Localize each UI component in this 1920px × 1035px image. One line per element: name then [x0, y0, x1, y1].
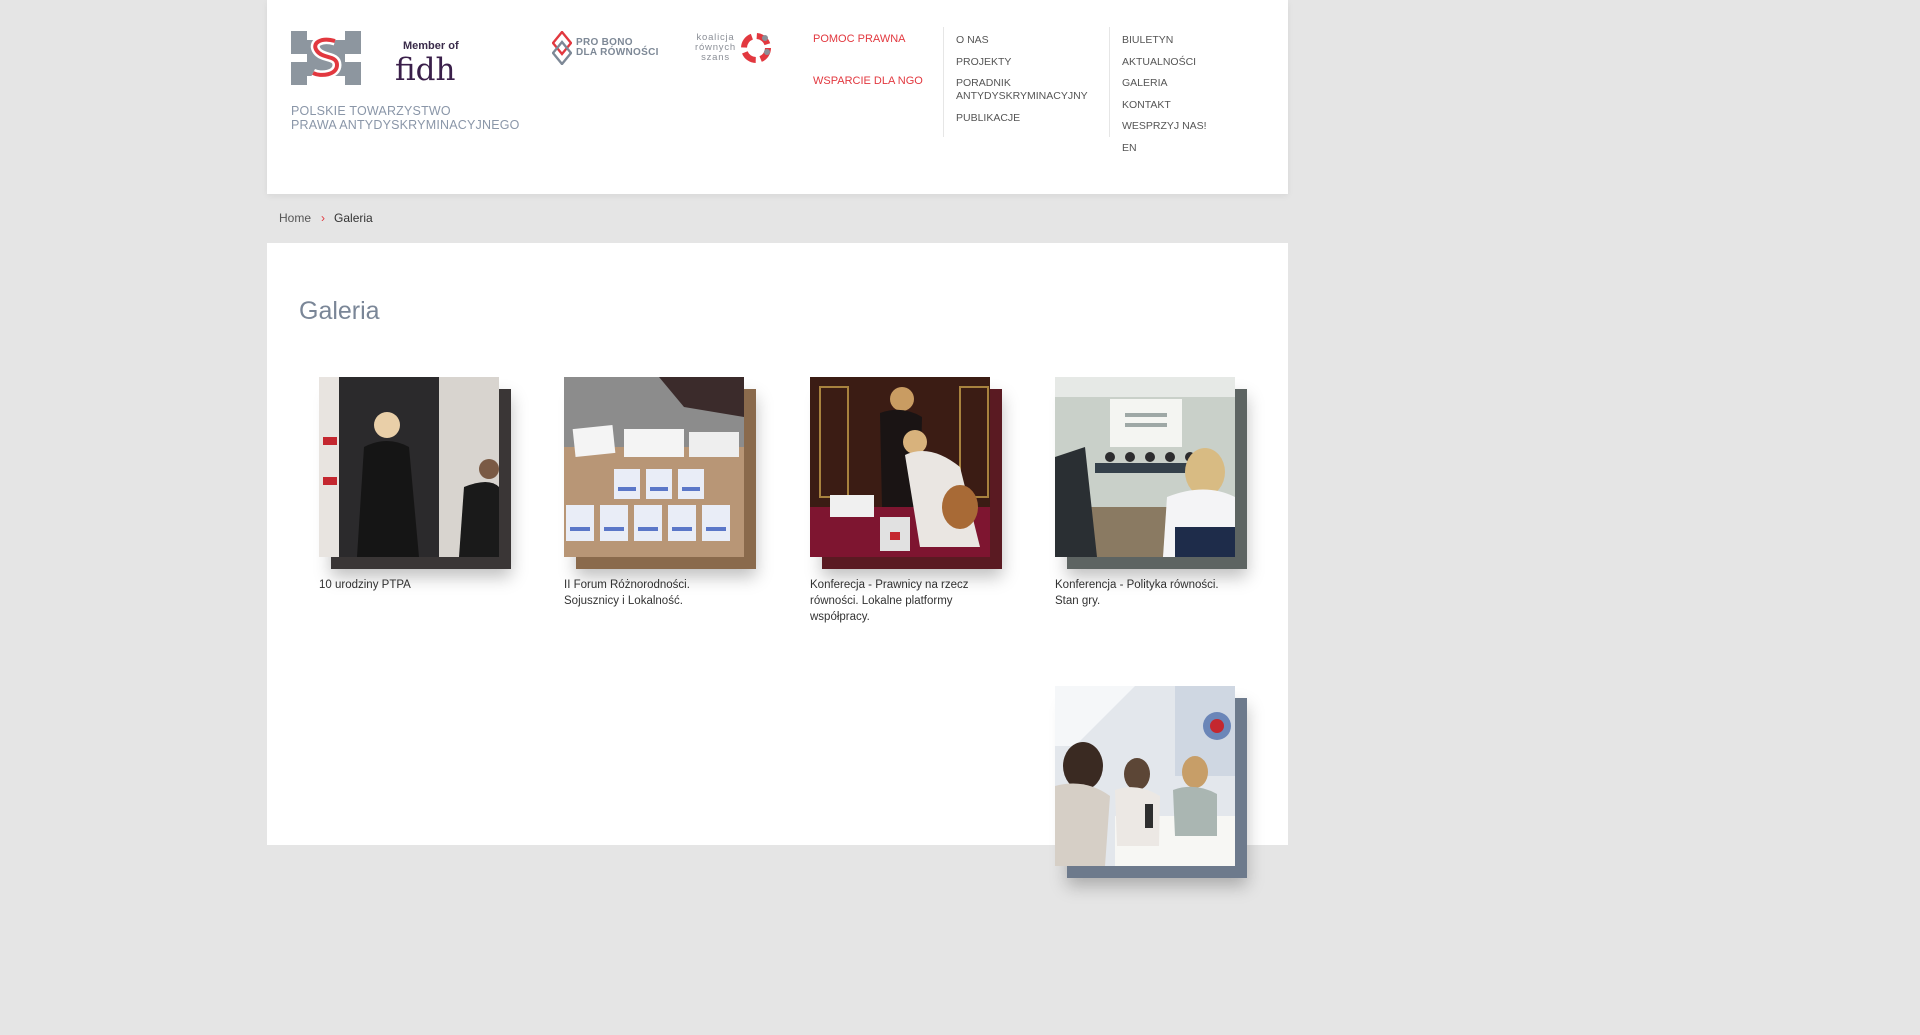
- nav-wesprzyj[interactable]: WESPRZYJ NAS!: [1122, 120, 1207, 133]
- main-content: Galeria 10 urodziny PTPA II Forum Różnor…: [267, 243, 1288, 878]
- gallery-card-title[interactable]: Konferecja - Prawnicy na rzecz równości.…: [810, 577, 990, 625]
- koalicja-logo[interactable]: koalicja równych szans: [695, 30, 774, 66]
- gallery-card[interactable]: Konferecja - Prawnicy na rzecz równości.…: [810, 377, 1002, 625]
- gallery-card[interactable]: 10 urodziny PTPA: [319, 377, 511, 593]
- diamond-logo-icon: [552, 31, 572, 65]
- koalicja-text: koalicja równych szans: [695, 33, 736, 63]
- gallery-thumbnail[interactable]: [319, 377, 511, 569]
- site-header: Member of fidh POLSKIE TOWARZYSTWO PRAWA…: [267, 0, 1288, 194]
- breadcrumb-current: Galeria: [334, 211, 373, 225]
- breadcrumb: Home › Galeria: [279, 211, 373, 225]
- chevron-right-icon: ›: [321, 211, 326, 225]
- probono-logo[interactable]: PRO BONO DLA RÓWNOŚCI: [552, 31, 659, 65]
- nav-column-1: O NAS PROJEKTY PORADNIK ANTYDYSKRYMINACY…: [956, 34, 1088, 133]
- highlight-nav: POMOC PRAWNA WSPARCIE DLA NGO: [813, 33, 923, 87]
- gallery-thumbnail[interactable]: [1055, 686, 1247, 878]
- org-name-line: POLSKIE TOWARZYSTWO: [291, 104, 451, 118]
- gallery-card-title[interactable]: Konferencja - Polityka równości. Stan gr…: [1055, 577, 1235, 609]
- nav-divider: [1109, 27, 1110, 137]
- photo-cards-table-icon: [564, 377, 744, 557]
- breadcrumb-home[interactable]: Home: [279, 211, 311, 225]
- nav-aktualnosci[interactable]: AKTUALNOŚCI: [1122, 56, 1207, 69]
- nav-wsparcie-dla-ngo[interactable]: WSPARCIE DLA NGO: [813, 75, 923, 87]
- member-of-label: Member of: [403, 40, 459, 52]
- gallery-card[interactable]: [1055, 686, 1247, 886]
- gallery-thumbnail[interactable]: [1055, 377, 1247, 569]
- nav-o-nas[interactable]: O NAS: [956, 34, 1086, 47]
- gallery-card-title[interactable]: 10 urodziny PTPA: [319, 577, 499, 593]
- nav-projekty[interactable]: PROJEKTY: [956, 56, 1086, 69]
- nav-poradnik[interactable]: PORADNIK ANTYDYSKRYMINACYJNY: [956, 77, 1088, 103]
- page-title: Galeria: [299, 297, 380, 325]
- photo-conference-registration-icon: [810, 377, 990, 557]
- probono-text: PRO BONO DLA RÓWNOŚCI: [576, 38, 659, 58]
- organization-name: POLSKIE TOWARZYSTWO PRAWA ANTYDYSKRYMINA…: [291, 104, 520, 132]
- circle-dots-icon: [740, 33, 771, 63]
- nav-column-2: BIULETYN AKTUALNOŚCI GALERIA KONTAKT WES…: [1122, 34, 1207, 163]
- photo-workshop-icon: [1055, 686, 1235, 866]
- nav-galeria[interactable]: GALERIA: [1122, 77, 1207, 90]
- nav-kontakt[interactable]: KONTAKT: [1122, 99, 1207, 112]
- photo-woman-speaking-icon: [319, 377, 499, 557]
- nav-pomoc-prawna[interactable]: POMOC PRAWNA: [813, 33, 923, 45]
- koalicja-line: szans: [701, 52, 730, 63]
- org-name-line: PRAWA ANTYDYSKRYMINACYJNEGO: [291, 118, 520, 132]
- gallery-thumbnail[interactable]: [564, 377, 756, 569]
- gallery-card-title[interactable]: II Forum Różnorodności. Sojusznicy i Lok…: [564, 577, 744, 609]
- nav-language-en[interactable]: EN: [1122, 142, 1207, 155]
- fidh-logo-text[interactable]: fidh: [395, 52, 456, 88]
- probono-line: DLA RÓWNOŚCI: [576, 47, 659, 58]
- gallery-thumbnail[interactable]: [810, 377, 1002, 569]
- gallery-card[interactable]: Konferencja - Polityka równości. Stan gr…: [1055, 377, 1247, 609]
- ptpa-logo-icon[interactable]: [291, 31, 361, 85]
- gallery-card[interactable]: II Forum Różnorodności. Sojusznicy i Lok…: [564, 377, 756, 609]
- nav-publikacje[interactable]: PUBLIKACJE: [956, 112, 1086, 125]
- photo-conference-room-icon: [1055, 377, 1235, 557]
- nav-biuletyn[interactable]: BIULETYN: [1122, 34, 1207, 47]
- nav-divider: [943, 27, 944, 137]
